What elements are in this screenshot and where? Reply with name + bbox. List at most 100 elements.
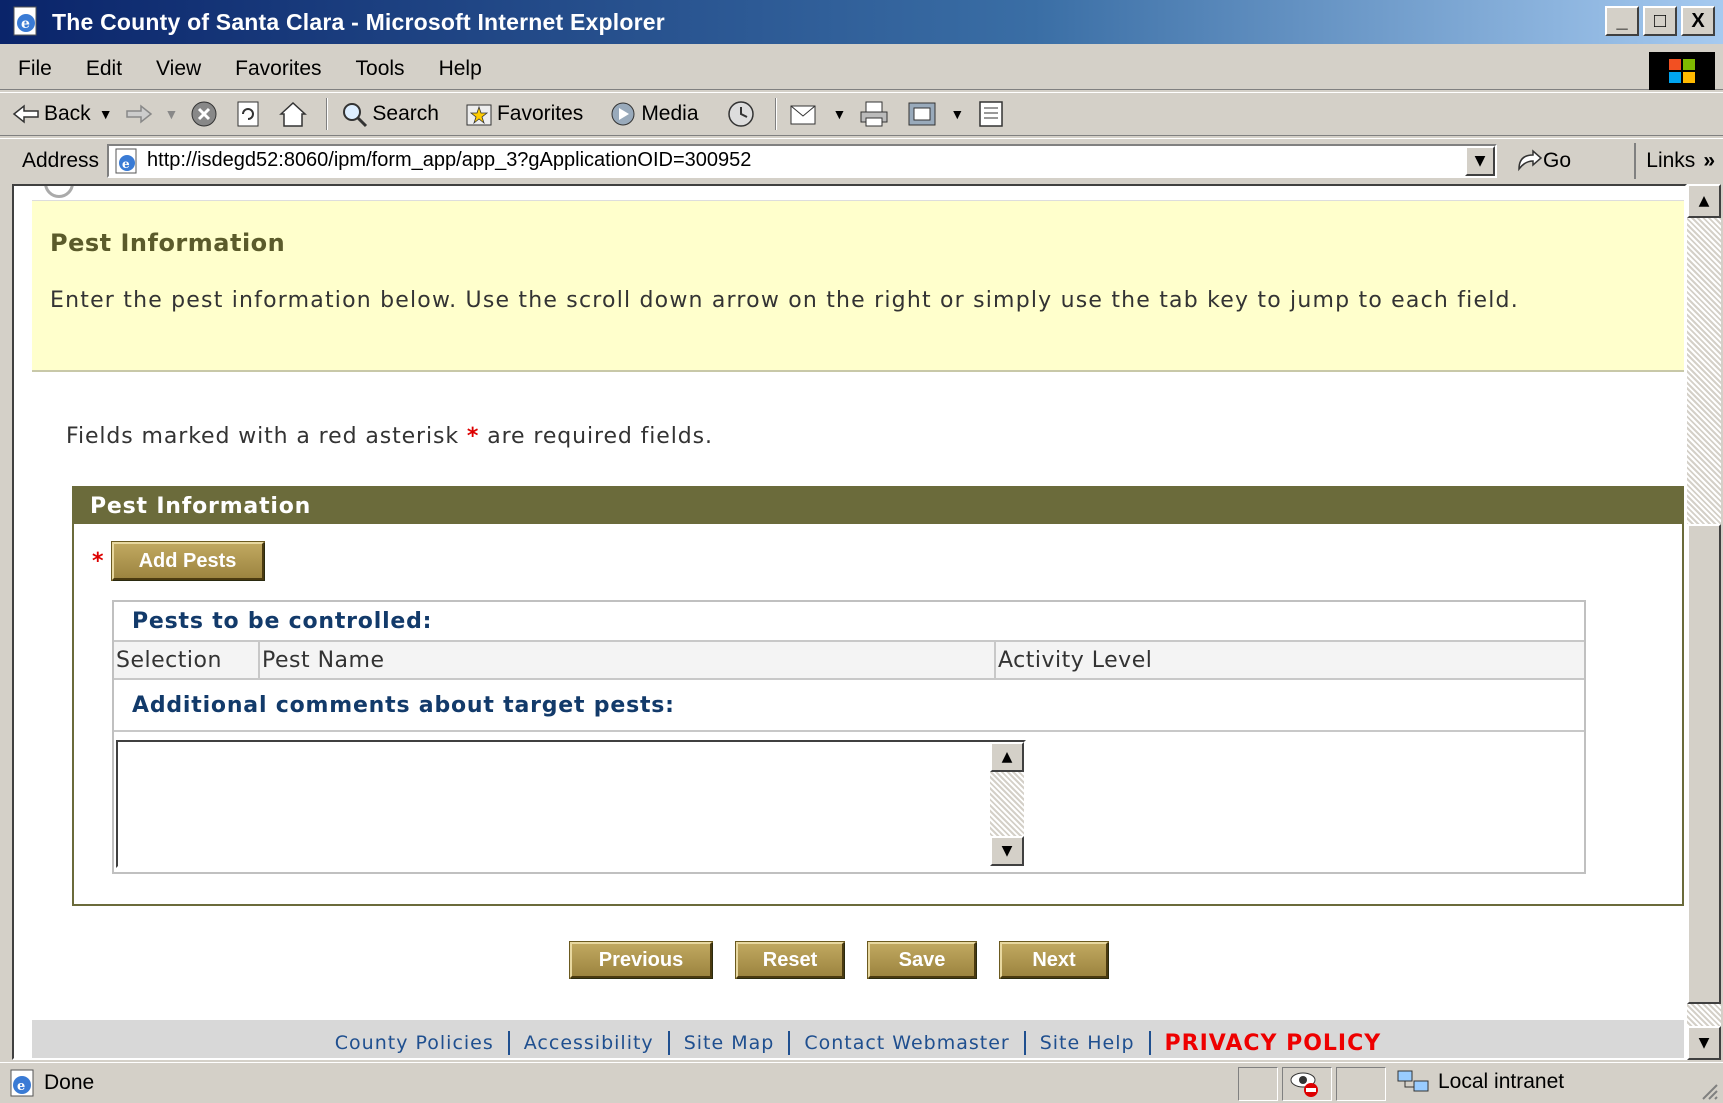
go-button[interactable]: Go	[1515, 149, 1571, 173]
footer-link-contact-webmaster[interactable]: Contact Webmaster	[804, 1032, 1009, 1054]
comments-textarea-frame: ▲ ▼	[116, 740, 1026, 868]
section-header: Pest Information	[74, 488, 1682, 524]
intro-panel: Pest Information Enter the pest informat…	[32, 200, 1684, 372]
discuss-icon	[979, 101, 1003, 127]
close-button[interactable]: X	[1681, 6, 1715, 36]
refresh-button[interactable]	[234, 100, 266, 128]
back-button[interactable]: Back ▼	[12, 102, 113, 126]
chevron-right-icon[interactable]: »	[1703, 149, 1715, 173]
status-text: Done	[44, 1071, 95, 1094]
mail-dropdown-icon[interactable]: ▼	[833, 106, 847, 122]
reset-button[interactable]: Reset	[736, 942, 844, 978]
save-button[interactable]: Save	[868, 942, 976, 978]
menu-file[interactable]: File	[18, 57, 52, 81]
comments-textarea[interactable]	[118, 742, 988, 866]
history-button[interactable]	[725, 99, 761, 129]
scrollbar-thumb[interactable]	[1687, 524, 1721, 1004]
scroll-down-icon[interactable]: ▼	[990, 836, 1024, 866]
footer-separator	[667, 1031, 670, 1055]
footer-link-privacy-policy[interactable]: PRIVACY POLICY	[1165, 1031, 1382, 1056]
add-pests-row: * Add Pests	[92, 542, 264, 580]
address-url[interactable]: http://isdegd52:8060/ipm/form_app/app_3?…	[147, 149, 751, 172]
required-fields-note: Fields marked with a red asterisk * are …	[66, 424, 713, 449]
pest-information-section: Pest Information * Add Pests Pests to be…	[72, 486, 1684, 906]
home-button[interactable]	[278, 100, 312, 128]
media-button[interactable]: Media	[609, 100, 699, 128]
comments-title: Additional comments about target pests:	[114, 680, 1584, 732]
security-zone[interactable]: Local intranet	[1396, 1067, 1564, 1097]
partial-logo-icon	[44, 186, 74, 198]
footer-link-county-policies[interactable]: County Policies	[335, 1032, 494, 1054]
footer-link-site-map[interactable]: Site Map	[684, 1032, 775, 1054]
required-asterisk: *	[466, 424, 480, 449]
scroll-up-icon[interactable]: ▲	[1687, 184, 1721, 218]
footer-link-site-help[interactable]: Site Help	[1040, 1032, 1135, 1054]
scroll-down-icon[interactable]: ▼	[1687, 1026, 1721, 1060]
forward-button[interactable]: ▼	[125, 104, 179, 124]
footer-link-accessibility[interactable]: Accessibility	[524, 1032, 654, 1054]
maximize-button[interactable]: □	[1643, 6, 1677, 36]
svg-text:e: e	[21, 16, 30, 32]
menu-view[interactable]: View	[156, 57, 201, 81]
mail-icon	[790, 105, 816, 125]
print-button[interactable]	[858, 100, 894, 128]
intro-text: Enter the pest information below. Use th…	[50, 288, 1519, 313]
ie-page-icon: e	[115, 148, 137, 173]
window-titlebar[interactable]: e The County of Santa Clara - Microsoft …	[0, 0, 1723, 44]
footer-separator	[1023, 1031, 1026, 1055]
address-field[interactable]: e http://isdegd52:8060/ipm/form_app/app_…	[107, 143, 1498, 178]
history-icon	[727, 101, 754, 127]
ie-page-icon: e	[13, 6, 37, 36]
minimize-button[interactable]: _	[1605, 6, 1639, 36]
stop-icon	[191, 101, 217, 127]
forward-dropdown-icon[interactable]: ▼	[165, 106, 179, 122]
status-bar: e Done Local intranet	[0, 1062, 1723, 1103]
status-panel	[1336, 1067, 1386, 1101]
mail-button[interactable]: ▼	[789, 100, 847, 128]
back-dropdown-icon[interactable]: ▼	[99, 106, 113, 122]
add-pests-button[interactable]: Add Pests	[111, 542, 264, 580]
menu-tools[interactable]: Tools	[356, 57, 405, 81]
menu-favorites[interactable]: Favorites	[235, 57, 321, 81]
comments-scrollbar[interactable]: ▲ ▼	[990, 742, 1024, 866]
pests-table-header-row: Selection Pest Name Activity Level	[114, 642, 1584, 680]
form-navigation: Previous Reset Save Next	[14, 942, 1664, 978]
scroll-up-icon[interactable]: ▲	[990, 742, 1024, 772]
column-header-selection: Selection	[114, 642, 260, 678]
footer-separator	[788, 1031, 791, 1055]
status-panel	[1238, 1067, 1278, 1101]
standard-toolbar: Back ▼ ▼ Search Favorites Media ▼ ▼	[0, 92, 1723, 136]
links-toolbar[interactable]: Links »	[1634, 142, 1715, 179]
edit-button[interactable]: ▼	[906, 100, 964, 128]
menu-edit[interactable]: Edit	[86, 57, 122, 81]
back-arrow-icon	[12, 104, 39, 124]
previous-button[interactable]: Previous	[570, 942, 712, 978]
favorites-button[interactable]: Favorites	[465, 101, 583, 127]
window-title: The County of Santa Clara - Microsoft In…	[52, 8, 665, 35]
discuss-button[interactable]	[976, 99, 1010, 129]
resize-grip-icon[interactable]	[1699, 1081, 1719, 1101]
page-scrollbar[interactable]: ▲ ▼	[1687, 184, 1721, 1060]
ie-page-icon: e	[10, 1069, 34, 1097]
column-header-pest-name: Pest Name	[260, 642, 996, 678]
page-footer: County Policies Accessibility Site Map C…	[32, 1020, 1684, 1058]
media-icon	[611, 102, 635, 126]
stop-button[interactable]	[190, 100, 222, 128]
menu-bar: File Edit View Favorites Tools Help	[0, 48, 1723, 90]
privacy-blocked-icon	[1290, 1072, 1318, 1097]
next-button[interactable]: Next	[1000, 942, 1108, 978]
search-button[interactable]: Search	[340, 100, 439, 128]
pests-table-title: Pests to be controlled:	[114, 602, 1584, 642]
toolbar-separator	[326, 98, 329, 130]
menu-help[interactable]: Help	[439, 57, 482, 81]
column-header-activity-level: Activity Level	[998, 647, 1153, 673]
edit-dropdown-icon[interactable]: ▼	[950, 106, 964, 122]
toolbar-separator	[774, 98, 777, 130]
windows-logo-icon	[1649, 52, 1715, 90]
forward-arrow-icon	[125, 104, 152, 124]
search-icon	[343, 103, 368, 128]
status-panel	[1282, 1067, 1332, 1101]
required-asterisk: *	[92, 548, 104, 574]
address-dropdown-icon[interactable]: ▼	[1465, 145, 1496, 176]
intro-title: Pest Information	[50, 229, 286, 257]
